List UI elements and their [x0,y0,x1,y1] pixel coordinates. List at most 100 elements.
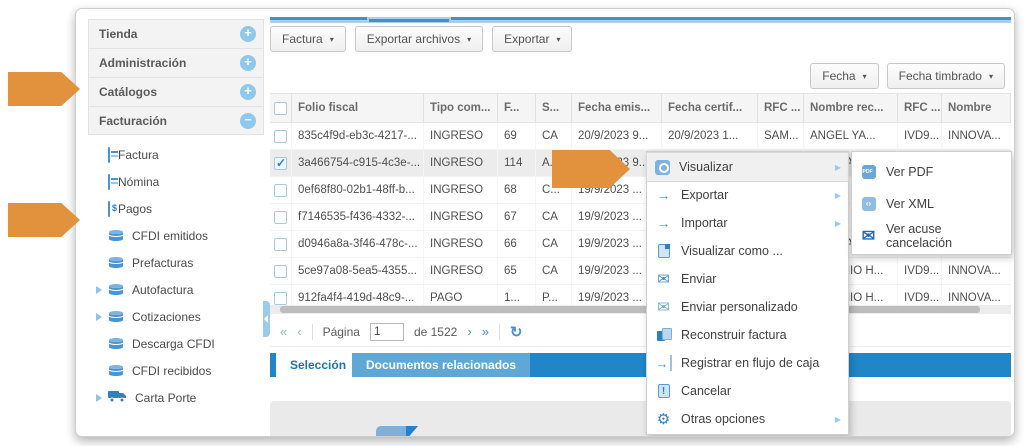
sidebar-item-carta-porte[interactable]: Carta Porte [88,384,264,411]
submenu-arrow-icon: ▶ [835,163,841,172]
envelope-icon: ✉ [860,228,877,244]
submenu-item-ver-pdf[interactable]: Ver PDF [852,156,1011,188]
tab-documentos-relacionados[interactable]: Documentos relacionados [352,353,530,377]
cell-fecha-emision: 20/9/2023 9... [572,123,662,149]
menu-item-otras-opciones[interactable]: ⚙ Otras opciones ▶ [647,405,848,433]
row-checkbox[interactable] [274,157,287,170]
menu-item-cancelar[interactable]: ! Cancelar [647,377,848,405]
submenu-arrow-icon: ▶ [835,191,841,200]
import-icon: → [655,215,672,231]
page-label: Página [323,325,360,339]
sidebar-section-administracion[interactable]: Administración + [88,48,264,77]
row-checkbox[interactable] [274,211,287,224]
database-icon [108,337,124,350]
table-row[interactable]: 5ce97a08-5ea5-4355... INGRESO 65 CA 19/9… [270,258,1011,285]
cell-s: CA [536,123,572,149]
submenu-arrow-icon: ▶ [835,415,841,424]
cell-f: 68 [498,177,536,203]
sidebar-section-catalogos[interactable]: Catálogos + [88,77,264,106]
prev-page-button[interactable]: ‹ [297,324,301,339]
chevron-right-icon [96,313,102,321]
minus-icon[interactable]: − [240,113,256,129]
table-header-row: Folio fiscal Tipo com... F... S... Fecha… [270,93,1011,123]
row-checkbox[interactable] [274,292,287,305]
sidebar-section-facturacion[interactable]: Facturación − [88,106,264,135]
sidebar-item-cfdi-recibidos[interactable]: CFDI recibidos [88,357,264,384]
cell-rfc-2: IVD9... [898,123,942,149]
sidebar-item-nómina[interactable]: Nómina [88,168,264,195]
row-checkbox[interactable] [274,265,287,278]
sidebar-item-factura[interactable]: Factura [88,141,264,168]
submenu-item-ver-xml[interactable]: ‹› Ver XML [852,188,1011,220]
section-label: Tienda [99,27,137,41]
row-checkbox[interactable] [274,238,287,251]
tab-seleccion[interactable]: Selección [276,353,360,377]
sidebar-section-tienda[interactable]: Tienda + [88,19,264,48]
envelope-icon: ✉ [655,271,672,287]
column-header-fecha-certificacion[interactable]: Fecha certif... [662,94,758,122]
document-icon [658,244,670,258]
visualizar-submenu: Ver PDF ‹› Ver XML ✉ Ver acuse cancelaci… [851,151,1012,255]
exportar-archivos-menu-button[interactable]: Exportar archivos▾ [355,26,483,52]
cell-f: 66 [498,231,536,257]
refresh-icon[interactable]: ↻ [510,323,523,341]
section-label: Facturación [99,114,167,128]
page-number-input[interactable] [370,323,404,341]
scrollbar-thumb[interactable] [280,306,980,313]
cell-folio-fiscal: 3a466754-c915-4c3e-... [292,150,424,176]
plus-icon[interactable]: + [240,84,256,100]
column-header-f[interactable]: F... [498,94,536,122]
exportar-menu-button[interactable]: Exportar▾ [492,26,572,52]
column-header-s[interactable]: S... [536,94,572,122]
row-checkbox[interactable] [274,130,287,143]
cashflow-arrow-icon: → [655,355,672,371]
column-header-rfc[interactable]: RFC ... [758,94,804,122]
column-header-nombre[interactable]: Nombre [942,94,1011,122]
column-header-nombre-receptor[interactable]: Nombre rec... [804,94,898,122]
sidebar-item-pagos[interactable]: Pagos [88,195,264,222]
sidebar-item-descarga-cfdi[interactable]: Descarga CFDI [88,330,264,357]
sidebar-item-autofactura[interactable]: Autofactura [88,276,264,303]
fecha-timbrado-filter-button[interactable]: Fecha timbrado▾ [887,63,1005,89]
column-header-fecha-emision[interactable]: Fecha emis... [572,94,662,122]
menu-item-enviar[interactable]: ✉ Enviar [647,265,848,293]
database-icon [108,310,124,323]
bottom-tab-strip: Selección Documentos relacionados [270,353,1011,377]
document-icon [108,147,110,163]
submenu-item-ver-acuse[interactable]: ✉ Ver acuse cancelación [852,220,1011,252]
column-header-tipo[interactable]: Tipo com... [424,94,498,122]
plus-icon[interactable]: + [240,55,256,71]
horizontal-scrollbar[interactable] [270,305,1011,314]
table-row[interactable]: 835c4f9d-eb3c-4217-... INGRESO 69 CA 20/… [270,123,1011,150]
menu-item-reconstruir-factura[interactable]: Reconstruir factura [647,321,848,349]
column-header-rfc-2[interactable]: RFC ... [898,94,942,122]
column-header-folio[interactable]: Folio fiscal [292,94,424,122]
envelope-custom-icon: ✉ [655,299,672,315]
menu-item-registrar-flujo-caja[interactable]: → Registrar en flujo de caja [647,349,848,377]
chevron-down-icon: ▾ [863,72,867,81]
page-count-label: de 1522 [414,325,457,339]
factura-menu-button[interactable]: Factura▾ [270,26,346,52]
row-checkbox[interactable] [274,184,287,197]
annotation-arrow-catalogos [8,72,80,106]
menu-item-exportar[interactable]: → Exportar ▶ [647,181,848,209]
chevron-down-icon: ▾ [989,72,993,81]
sidebar-item-cotizaciones[interactable]: Cotizaciones [88,303,264,330]
cell-fecha-certificacion: 20/9/2023 1... [662,123,758,149]
zoom-document-icon [655,160,670,175]
sidebar-item-prefacturas[interactable]: Prefacturas [88,249,264,276]
menu-item-visualizar-como[interactable]: Visualizar como ... [647,237,848,265]
next-page-button[interactable]: › [467,324,471,339]
last-page-button[interactable]: » [482,324,489,339]
menu-item-enviar-personalizado[interactable]: ✉ Enviar personalizado [647,293,848,321]
cell-f: 67 [498,204,536,230]
section-label: Administración [99,56,186,70]
menu-item-visualizar[interactable]: Visualizar ▶ [647,153,848,181]
fecha-filter-button[interactable]: Fecha▾ [810,63,878,89]
plus-icon[interactable]: + [240,26,256,42]
sidebar-item-cfdi-emitidos[interactable]: CFDI emitidos [88,222,264,249]
first-page-button[interactable]: « [280,324,287,339]
menu-item-importar[interactable]: → Importar ▶ [647,209,848,237]
select-all-checkbox[interactable] [274,102,287,115]
database-icon [108,283,124,296]
